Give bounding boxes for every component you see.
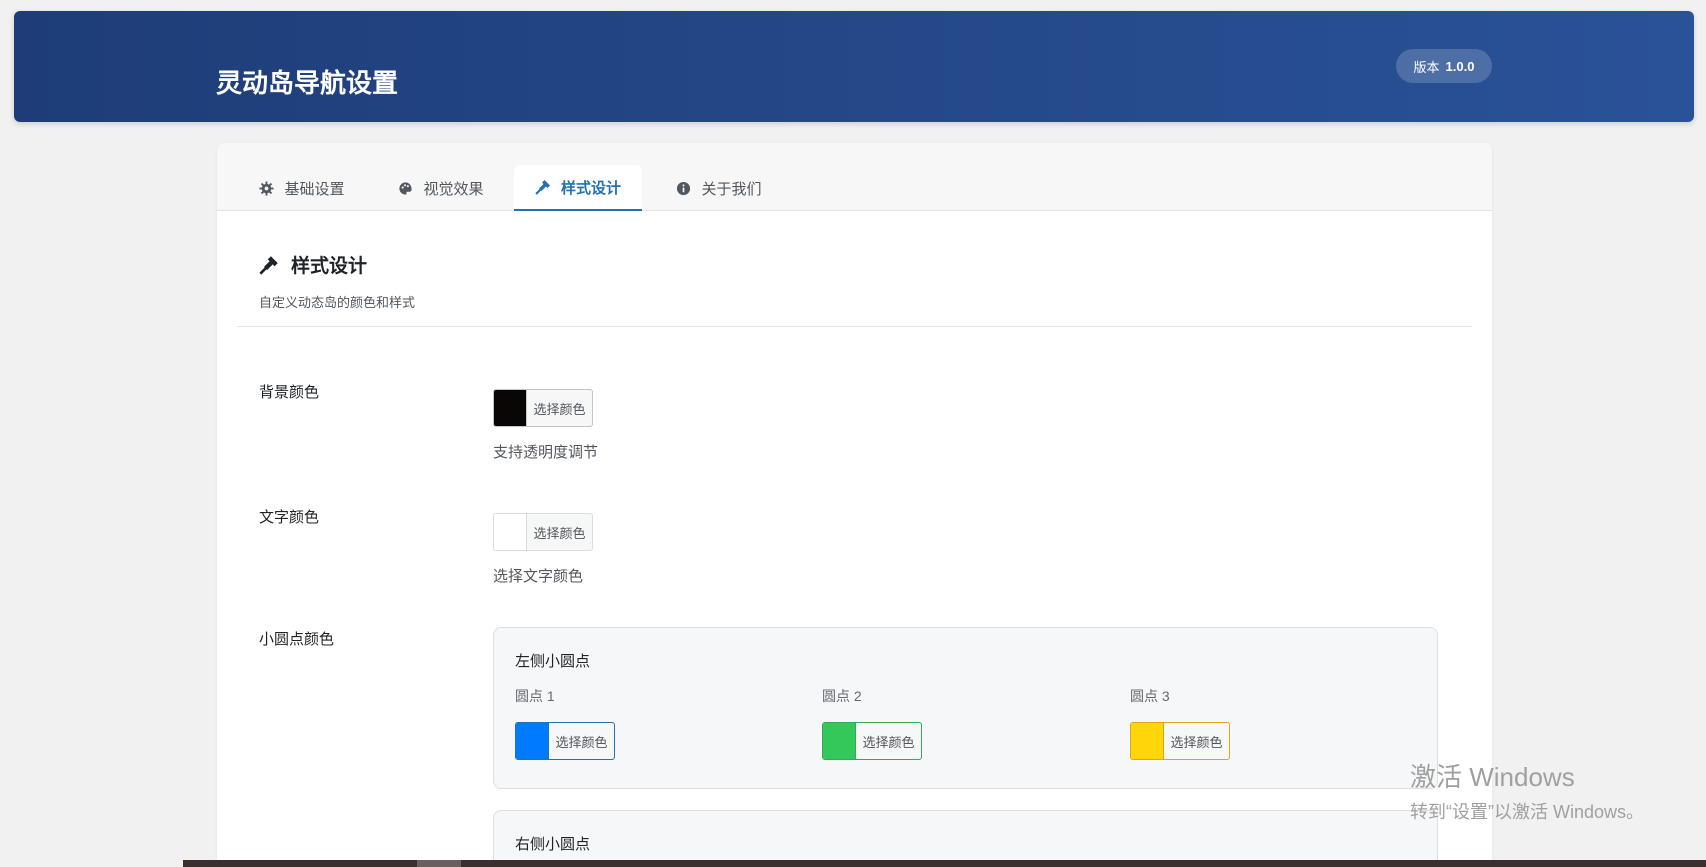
taskbar	[183, 860, 1706, 867]
page-title: 灵动岛导航设置	[216, 68, 399, 98]
gear-icon	[259, 180, 275, 196]
bg-color-label: 背景颜色	[259, 384, 320, 401]
version-label: 版本	[1413, 59, 1440, 75]
left-dots-panel: 左侧小圆点 圆点 1 选择颜色 圆点 2 选择颜色 圆点 3 选择颜色	[493, 627, 1438, 789]
right-dots-title: 右侧小圆点	[515, 836, 591, 853]
brush-icon	[259, 255, 279, 275]
section-divider	[237, 326, 1472, 327]
dot-3-swatch	[1131, 723, 1164, 759]
dot-1-swatch	[516, 723, 549, 759]
tab-style-design[interactable]: 样式设计	[514, 165, 642, 211]
tab-label: 视觉效果	[423, 180, 484, 198]
left-dots-title: 左侧小圆点	[515, 653, 591, 670]
bg-color-button-label: 选择颜色	[533, 401, 586, 417]
text-color-swatch	[494, 514, 527, 550]
dot-3-color-picker[interactable]: 选择颜色	[1130, 722, 1230, 760]
brush-icon	[535, 179, 551, 195]
tab-basic-settings[interactable]: 基础设置	[239, 165, 365, 211]
text-color-label: 文字颜色	[259, 509, 320, 526]
text-color-help: 选择文字颜色	[493, 568, 584, 585]
text-color-button-label: 选择颜色	[533, 525, 586, 541]
dot-3-label: 圆点 3	[1130, 688, 1170, 704]
info-icon	[676, 181, 691, 196]
tab-about-us[interactable]: 关于我们	[655, 165, 783, 211]
taskbar-item[interactable]	[417, 860, 461, 867]
windows-activation-watermark: 激活 Windows 转到“设置”以激活 Windows。	[1410, 757, 1644, 824]
bg-color-picker[interactable]: 选择颜色	[493, 389, 593, 427]
section-header: 样式设计 自定义动态岛的颜色和样式	[259, 251, 415, 311]
palette-icon	[398, 181, 413, 196]
section-title: 样式设计	[259, 251, 415, 278]
bg-color-swatch	[494, 390, 527, 426]
dot-1-label: 圆点 1	[515, 688, 555, 704]
section-title-text: 样式设计	[291, 256, 368, 277]
dot-2-swatch	[823, 723, 856, 759]
version-badge: 版本 1.0.0	[1396, 49, 1492, 83]
settings-card: 基础设置 视觉效果 样式设计 关于我们 样式设计 自定义动态岛的颜色和样式 背景…	[217, 143, 1492, 867]
dot-2-button-label: 选择颜色	[862, 734, 915, 750]
dot-1-button-label: 选择颜色	[555, 734, 608, 750]
dot-color-label: 小圆点颜色	[259, 631, 335, 648]
watermark-line-2: 转到“设置”以激活 Windows。	[1410, 802, 1645, 822]
tab-visual-effects[interactable]: 视觉效果	[377, 165, 505, 211]
text-color-picker[interactable]: 选择颜色	[493, 513, 593, 551]
right-dots-panel: 右侧小圆点	[493, 810, 1438, 867]
tab-bar: 基础设置 视觉效果 样式设计 关于我们	[217, 143, 1492, 211]
version-number: 1.0.0	[1445, 58, 1475, 74]
page-header: 灵动岛导航设置 版本 1.0.0	[14, 11, 1694, 122]
tab-label: 样式设计	[560, 179, 621, 197]
section-description: 自定义动态岛的颜色和样式	[259, 295, 416, 310]
tab-label: 基础设置	[284, 180, 345, 198]
tab-label: 关于我们	[701, 180, 762, 198]
watermark-line-1: 激活 Windows	[1410, 762, 1575, 792]
bg-color-help: 支持透明度调节	[493, 444, 599, 461]
dot-2-label: 圆点 2	[822, 688, 862, 704]
dot-1-color-picker[interactable]: 选择颜色	[515, 722, 615, 760]
dot-2-color-picker[interactable]: 选择颜色	[822, 722, 922, 760]
dot-3-button-label: 选择颜色	[1170, 734, 1223, 750]
